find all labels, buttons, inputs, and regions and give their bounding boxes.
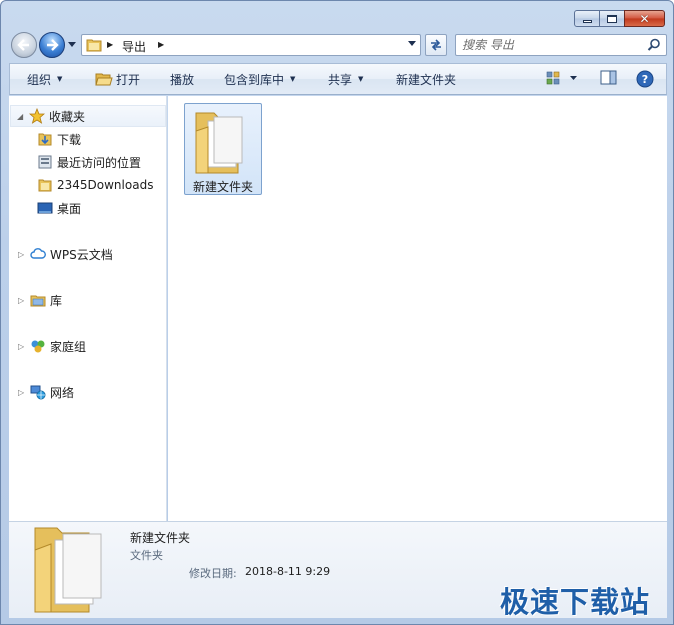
file-item-new-folder[interactable]: 新建文件夹 xyxy=(184,103,262,195)
minimize-icon xyxy=(582,20,592,23)
forward-arrow-icon xyxy=(47,39,59,51)
svg-text:?: ? xyxy=(642,73,648,86)
tree-item-recent-places[interactable]: 最近访问的位置 xyxy=(37,151,141,173)
tree-item-homegroup[interactable]: ▷ 家庭组 xyxy=(18,335,86,357)
details-type: 文件夹 xyxy=(130,549,163,562)
star-icon xyxy=(29,108,45,124)
command-bar: 组织 ▼ 打开 播放 包含到库中 ▼ 共享 ▼ 新建文件夹 ? xyxy=(9,63,667,95)
maximize-button[interactable] xyxy=(599,10,625,27)
refresh-button[interactable] xyxy=(425,34,447,56)
details-date-label: 修改日期: xyxy=(189,567,237,580)
refresh-icon xyxy=(431,39,441,51)
tree-item-label: 最近访问的位置 xyxy=(57,155,142,170)
caption-buttons: ✕ xyxy=(574,10,665,27)
open-button[interactable]: 打开 xyxy=(95,64,140,94)
breadcrumb-item[interactable]: 导出 xyxy=(122,38,146,55)
forward-button[interactable] xyxy=(39,32,65,58)
explorer-window: ✕ ▶ 导出 ▶ 搜索 导出 组织 ▼ 打开 播放 包含到库中 ▼ 共享 ▼ 新… xyxy=(0,0,674,625)
navigation-bar: ▶ 导出 ▶ xyxy=(1,31,673,59)
tree-item-label: 家庭组 xyxy=(50,339,87,354)
address-bar[interactable]: ▶ 导出 ▶ xyxy=(81,34,421,56)
folder-icon xyxy=(86,39,102,52)
tree-item-label: 2345Downloads xyxy=(57,178,154,192)
chevron-down-icon[interactable] xyxy=(408,41,416,47)
open-label: 打开 xyxy=(116,72,141,87)
share-label: 共享 xyxy=(328,72,353,87)
tree-item-label: WPS云文档 xyxy=(50,247,113,262)
help-button[interactable]: ? xyxy=(636,70,654,91)
back-button[interactable] xyxy=(11,32,37,58)
change-view-button[interactable] xyxy=(546,70,582,89)
watermark-logo: 极速下载站 xyxy=(500,585,651,619)
organize-label: 组织 xyxy=(27,72,52,87)
close-button[interactable]: ✕ xyxy=(624,10,665,27)
network-icon xyxy=(30,384,46,400)
tree-item-favorites[interactable]: ◢ 收藏夹 xyxy=(10,105,166,127)
chevron-down-icon: ▼ xyxy=(57,75,63,83)
file-item-label: 新建文件夹 xyxy=(192,180,253,194)
include-in-library-label: 包含到库中 xyxy=(224,72,285,87)
recent-pages-dropdown[interactable] xyxy=(67,39,77,51)
minimize-button[interactable] xyxy=(574,10,600,27)
download-folder-icon xyxy=(37,131,53,147)
search-icon[interactable] xyxy=(647,38,661,52)
breadcrumb-separator-icon[interactable]: ▶ xyxy=(107,40,113,49)
desktop-icon xyxy=(37,200,53,216)
new-folder-label: 新建文件夹 xyxy=(396,72,457,87)
folder-icon xyxy=(195,112,243,174)
homegroup-icon xyxy=(30,338,46,354)
tree-item-label: 网络 xyxy=(50,385,75,400)
breadcrumb-separator-icon[interactable]: ▶ xyxy=(158,40,164,49)
search-input[interactable] xyxy=(462,37,642,53)
play-button[interactable]: 播放 xyxy=(170,64,194,94)
library-icon xyxy=(30,292,46,308)
chevron-down-icon xyxy=(68,42,76,47)
cloud-icon xyxy=(30,246,46,262)
tree-item-wps-cloud[interactable]: ▷ WPS云文档 xyxy=(18,243,113,265)
collapsed-arrow-icon[interactable]: ▷ xyxy=(18,250,28,259)
folder-icon xyxy=(34,527,102,613)
details-date-value: 2018-8-11 9:29 xyxy=(245,565,331,578)
tree-item-label: 下载 xyxy=(57,132,82,147)
collapsed-arrow-icon[interactable]: ▷ xyxy=(18,388,28,397)
collapsed-arrow-icon[interactable]: ▷ xyxy=(18,342,28,351)
close-icon: ✕ xyxy=(639,11,650,26)
navigation-pane: ◢ 收藏夹 下载 最近访问的位置 2345Downloads 桌面 ▷ WPS云… xyxy=(9,96,167,521)
organize-menu[interactable]: 组织 ▼ xyxy=(27,64,62,94)
preview-pane-button[interactable] xyxy=(600,70,618,89)
details-name: 新建文件夹 xyxy=(130,531,191,545)
tree-item-2345downloads[interactable]: 2345Downloads xyxy=(37,174,153,196)
tree-item-network[interactable]: ▷ 网络 xyxy=(18,381,74,403)
view-options-icon xyxy=(546,71,577,85)
expanded-arrow-icon[interactable]: ◢ xyxy=(17,112,27,121)
folder-icon xyxy=(37,177,53,193)
help-icon: ? xyxy=(636,70,654,88)
back-arrow-icon xyxy=(17,39,29,51)
chevron-down-icon: ▼ xyxy=(290,75,296,83)
collapsed-arrow-icon[interactable]: ▷ xyxy=(18,296,28,305)
tree-item-label: 库 xyxy=(50,293,63,308)
tree-item-desktop[interactable]: 桌面 xyxy=(37,197,81,219)
maximize-icon xyxy=(607,14,617,23)
tree-item-label: 桌面 xyxy=(57,201,82,216)
open-folder-icon xyxy=(95,73,113,86)
tree-item-label: 收藏夹 xyxy=(49,109,86,124)
tree-item-downloads[interactable]: 下载 xyxy=(37,128,81,150)
recent-places-icon xyxy=(37,154,53,170)
details-pane: 新建文件夹 文件夹 修改日期: 2018-8-11 9:29 极速下载站 xyxy=(9,521,667,619)
tree-item-libraries[interactable]: ▷ 库 xyxy=(18,289,62,311)
search-box[interactable] xyxy=(455,34,667,56)
play-label: 播放 xyxy=(170,72,195,87)
include-in-library-menu[interactable]: 包含到库中 ▼ xyxy=(224,64,295,94)
new-folder-button[interactable]: 新建文件夹 xyxy=(396,64,456,94)
preview-pane-icon xyxy=(600,70,617,85)
chevron-down-icon: ▼ xyxy=(358,75,364,83)
file-list: 新建文件夹 xyxy=(168,96,667,521)
share-menu[interactable]: 共享 ▼ xyxy=(328,64,363,94)
